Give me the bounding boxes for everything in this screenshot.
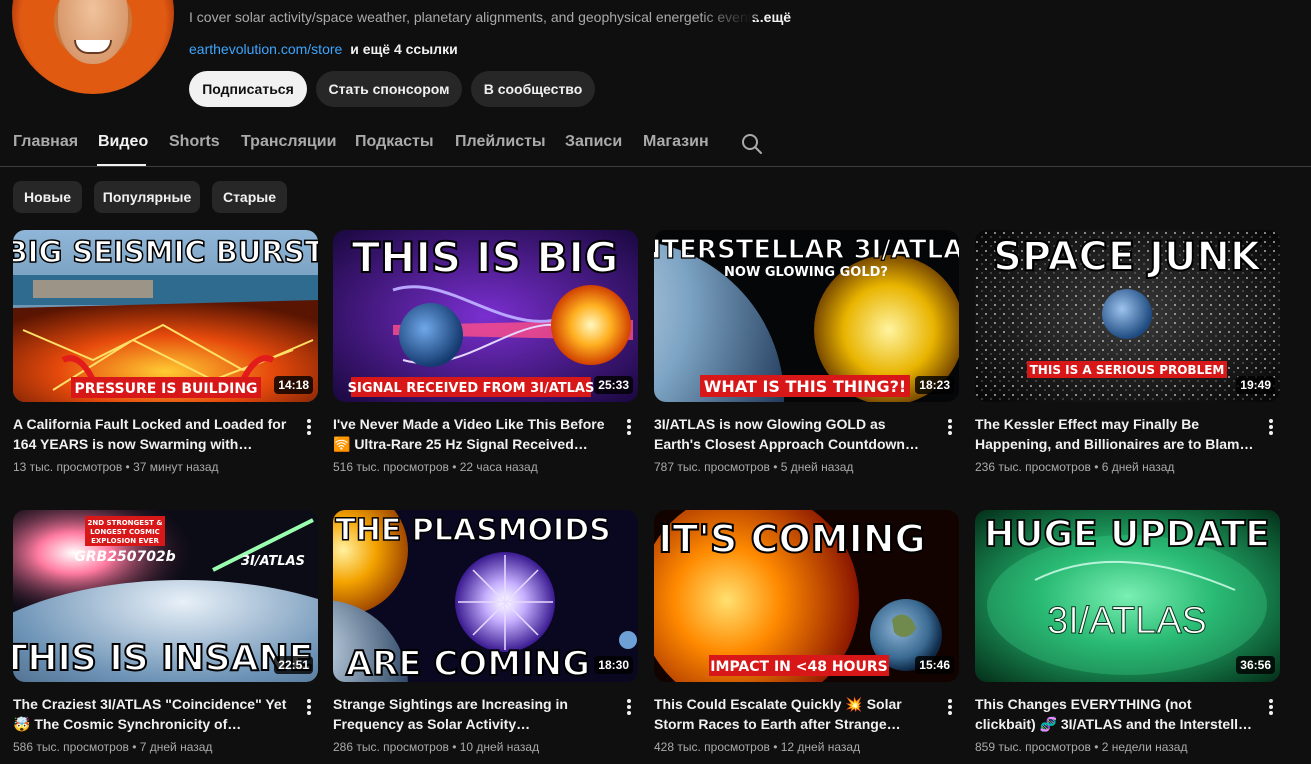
video-thumbnail[interactable]: THIS IS BIG SIGNAL RECEIVED FROM 3I/ATLA…	[333, 230, 638, 402]
thumb-tag-3: EXPLOSION EVER	[91, 537, 159, 545]
tab-store[interactable]: Магазин	[643, 133, 709, 151]
video-meta: 859 тыс. просмотров • 2 недели назад	[975, 740, 1188, 754]
video-thumbnail[interactable]: 2ND STRONGEST & LONGEST COSMIC EXPLOSION…	[13, 510, 318, 682]
video-thumbnail[interactable]: SPACE JUNK THIS IS A SERIOUS PROBLEM 19:…	[975, 230, 1280, 402]
thumb-tag-2: LONGEST COSMIC	[90, 528, 160, 536]
filter-oldest[interactable]: Старые	[212, 181, 287, 213]
tab-live[interactable]: Трансляции	[241, 133, 336, 151]
video-title[interactable]: I've Never Made a Video Like This Before…	[333, 414, 613, 454]
video-meta: 13 тыс. просмотров • 37 минут назад	[13, 460, 219, 474]
tab-videos[interactable]: Видео	[98, 133, 148, 151]
channel-tabs: Главная Видео Shorts Трансляции Подкасты…	[0, 120, 1311, 167]
video-thumbnail[interactable]: INTERSTELLAR 3I/ATLAS NOW GLOWING GOLD? …	[654, 230, 959, 402]
thumb-title: THE PLASMOIDS	[335, 513, 610, 548]
video-duration: 18:23	[915, 376, 954, 394]
thumb-subtitle: SIGNAL RECEIVED FROM 3I/ATLAS	[348, 381, 595, 396]
thumb-tag-1: 2ND STRONGEST &	[88, 519, 163, 527]
thumbnail-image: INTERSTELLAR 3I/ATLAS NOW GLOWING GOLD? …	[654, 230, 959, 402]
video-duration: 22:51	[274, 656, 313, 674]
tab-podcasts[interactable]: Подкасты	[355, 133, 434, 151]
video-duration: 18:30	[594, 656, 633, 674]
filter-popular[interactable]: Популярные	[94, 181, 200, 213]
thumbnail-image: BIG SEISMIC BURST PRESSURE IS BUILDING	[13, 230, 318, 402]
more-links[interactable]: и ещё 4 ссылки	[350, 41, 457, 57]
video-title[interactable]: This Could Escalate Quickly 💥 Solar Stor…	[654, 694, 934, 734]
more-options-icon[interactable]	[1263, 416, 1279, 438]
video-thumbnail[interactable]: BIG SEISMIC BURST PRESSURE IS BUILDING 1…	[13, 230, 318, 402]
video-title[interactable]: A California Fault Locked and Loaded for…	[13, 414, 293, 454]
video-duration: 15:46	[915, 656, 954, 674]
community-button[interactable]: В сообщество	[471, 71, 595, 107]
channel-links: earthevolution.com/store и ещё 4 ссылки	[189, 41, 458, 57]
more-options-icon[interactable]	[621, 416, 637, 438]
more-options-icon[interactable]	[301, 416, 317, 438]
filter-newest[interactable]: Новые	[13, 181, 82, 213]
video-title[interactable]: This Changes EVERYTHING (not clickbait) …	[975, 694, 1255, 734]
tab-home[interactable]: Главная	[13, 133, 78, 151]
thumb-subtitle: 3I/ATLAS	[1047, 600, 1207, 642]
more-options-icon[interactable]	[942, 696, 958, 718]
video-meta: 787 тыс. просмотров • 5 дней назад	[654, 460, 854, 474]
thumb-subtitle: WHAT IS THIS THING?!	[704, 377, 906, 396]
description-more-link[interactable]: ...ещё	[752, 9, 791, 25]
thumb-title: BIG SEISMIC BURST	[13, 235, 318, 269]
thumb-title: INTERSTELLAR 3I/ATLAS	[654, 235, 959, 265]
tab-posts[interactable]: Записи	[565, 133, 622, 151]
thumb-subtitle: PRESSURE IS BUILDING	[74, 381, 257, 397]
thumb-title: SPACE JUNK	[993, 234, 1263, 280]
avatar-face	[58, 0, 128, 64]
sponsor-button[interactable]: Стать спонсором	[316, 71, 462, 107]
thumb-title: THIS IS BIG	[352, 233, 619, 282]
channel-avatar[interactable]	[12, 0, 174, 94]
video-title[interactable]: 3I/ATLAS is now Glowing GOLD as Earth's …	[654, 414, 934, 454]
tab-playlists[interactable]: Плейлисты	[455, 133, 546, 151]
channel-description[interactable]: I cover solar activity/space weather, pl…	[189, 9, 759, 25]
thumb-midtext: 3I/ATLAS	[241, 554, 305, 569]
video-meta: 516 тыс. просмотров • 22 часа назад	[333, 460, 538, 474]
thumbnail-image: THIS IS BIG SIGNAL RECEIVED FROM 3I/ATLA…	[333, 230, 638, 402]
more-options-icon[interactable]	[301, 696, 317, 718]
thumbnail-image: THE PLASMOIDS ARE COMING	[333, 510, 638, 682]
thumbnail-image: IT'S COMING IMPACT IN <48 HOURS	[654, 510, 959, 682]
search-icon[interactable]	[740, 132, 764, 156]
video-thumbnail[interactable]: THE PLASMOIDS ARE COMING 18:30	[333, 510, 638, 682]
store-link[interactable]: earthevolution.com/store	[189, 41, 342, 57]
thumbnail-image: 2ND STRONGEST & LONGEST COSMIC EXPLOSION…	[13, 510, 318, 682]
thumbnail-image: SPACE JUNK THIS IS A SERIOUS PROBLEM	[975, 230, 1280, 402]
thumb-title: HUGE UPDATE	[984, 514, 1270, 555]
video-meta: 586 тыс. просмотров • 7 дней назад	[13, 740, 213, 754]
video-title[interactable]: Strange Sightings are Increasing in Freq…	[333, 694, 613, 734]
video-duration: 14:18	[274, 376, 313, 394]
thumb-title: IT'S COMING	[658, 517, 925, 561]
video-duration: 19:49	[1236, 376, 1275, 394]
thumb-subtitle: THIS IS A SERIOUS PROBLEM	[1030, 363, 1225, 377]
thumb-midtext: NOW GLOWING GOLD?	[724, 265, 888, 280]
video-meta: 428 тыс. просмотров • 12 дней назад	[654, 740, 861, 754]
description-fade	[700, 6, 752, 28]
thumb-subtitle: GRB250702b	[74, 549, 175, 565]
video-meta: 236 тыс. просмотров • 6 дней назад	[975, 460, 1175, 474]
more-options-icon[interactable]	[942, 416, 958, 438]
active-tab-indicator	[97, 164, 146, 166]
thumbnail-image: HUGE UPDATE 3I/ATLAS	[975, 510, 1280, 682]
subscribe-button[interactable]: Подписаться	[189, 71, 307, 107]
video-title[interactable]: The Kessler Effect may Finally Be Happen…	[975, 414, 1255, 454]
more-options-icon[interactable]	[1263, 696, 1279, 718]
video-title[interactable]: The Craziest 3I/ATLAS "Coincidence" Yet …	[13, 694, 293, 734]
video-thumbnail[interactable]: HUGE UPDATE 3I/ATLAS 36:56	[975, 510, 1280, 682]
video-duration: 36:56	[1236, 656, 1275, 674]
video-meta: 286 тыс. просмотров • 10 дней назад	[333, 740, 540, 754]
video-duration: 25:33	[594, 376, 633, 394]
thumb-subtitle: ARE COMING	[346, 644, 590, 682]
video-thumbnail[interactable]: IT'S COMING IMPACT IN <48 HOURS 15:46	[654, 510, 959, 682]
thumb-title: THIS IS INSANE	[13, 638, 313, 679]
tab-shorts[interactable]: Shorts	[169, 133, 220, 151]
more-options-icon[interactable]	[621, 696, 637, 718]
thumb-subtitle: IMPACT IN <48 HOURS	[710, 659, 887, 675]
